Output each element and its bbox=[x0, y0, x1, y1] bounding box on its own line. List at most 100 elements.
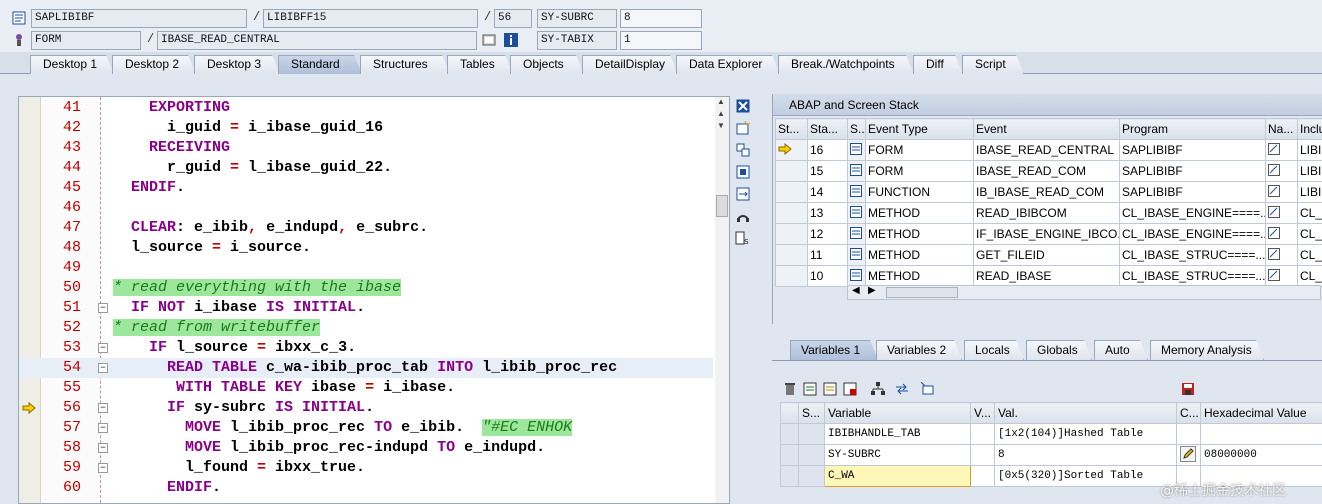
tabix-value[interactable]: 1 bbox=[620, 31, 702, 50]
tab-detaildisplay[interactable]: DetailDisplay bbox=[582, 55, 678, 74]
code-line[interactable]: 51 − IF NOT i_ibase IS INITIAL. bbox=[19, 298, 713, 318]
subrc-value[interactable]: 8 bbox=[620, 9, 702, 28]
code-line[interactable]: 54 − READ TABLE c_wa-ibib_proc_tab INTO l… bbox=[19, 358, 713, 378]
delete-icon[interactable] bbox=[782, 382, 798, 398]
editor-scrollbar[interactable]: ▲ ▲ ▼ bbox=[715, 97, 729, 503]
code-line[interactable]: 55 WITH TABLE KEY ibase = i_ibase. bbox=[19, 378, 713, 398]
scroll-thumb[interactable] bbox=[886, 287, 958, 298]
fold-toggle-icon[interactable]: − bbox=[98, 303, 108, 313]
navigate-icon[interactable] bbox=[1265, 223, 1298, 245]
navigate-icon[interactable] bbox=[1265, 265, 1298, 287]
tab-desktop-2[interactable]: Desktop 2 bbox=[112, 55, 196, 74]
navigate-icon[interactable] bbox=[1265, 202, 1298, 224]
variable-name-input[interactable]: IBIBHANDLE_TAB bbox=[824, 423, 971, 445]
tab-standard[interactable]: Standard bbox=[278, 55, 362, 74]
maximize-icon[interactable] bbox=[735, 164, 751, 180]
tab-locals[interactable]: Locals bbox=[964, 340, 1024, 360]
scroll-thumb[interactable] bbox=[716, 195, 728, 217]
save-icon[interactable] bbox=[1180, 382, 1196, 398]
load-icon[interactable] bbox=[802, 382, 818, 398]
variable-row[interactable]: IBIBHANDLE_TAB [1x2(104)]Hashed Table bbox=[780, 423, 1322, 445]
stack-row[interactable]: 10 METHOD READ_IBASE CL_IBASE_STRUC====... C… bbox=[775, 265, 1322, 287]
stack-column-header[interactable]: Sta... bbox=[807, 118, 848, 140]
code-line[interactable]: 58 − MOVE l_ibib_proc_rec-indupd TO e_ind… bbox=[19, 438, 713, 458]
code-line[interactable]: 49 bbox=[19, 258, 713, 278]
tab-objects[interactable]: Objects bbox=[510, 55, 584, 74]
fold-toggle-icon[interactable]: − bbox=[98, 403, 108, 413]
info-icon[interactable] bbox=[504, 33, 518, 47]
stack-column-header[interactable]: St... bbox=[775, 118, 808, 140]
tab-desktop-1[interactable]: Desktop 1 bbox=[30, 55, 114, 74]
stack-column-header[interactable]: Inclu bbox=[1297, 118, 1322, 140]
code-line[interactable]: 42 i_guid = i_ibase_guid_16 bbox=[19, 118, 713, 138]
navigate-icon[interactable] bbox=[1265, 244, 1298, 266]
fold-toggle-icon[interactable]: − bbox=[98, 463, 108, 473]
code-line[interactable]: 57 − MOVE l_ibib_proc_rec TO e_ibib. "#EC… bbox=[19, 418, 713, 438]
tab-breakpoints[interactable]: Break./Watchpoints bbox=[778, 55, 914, 74]
stack-column-header[interactable]: S... bbox=[847, 118, 866, 140]
navigate-icon[interactable] bbox=[1265, 181, 1298, 203]
tab-variables-2[interactable]: Variables 2 bbox=[876, 340, 962, 360]
source-code-editor[interactable]: 41 EXPORTING 42 i_guid = i_ibase_guid_16 4… bbox=[18, 96, 730, 504]
change-value-cell[interactable] bbox=[1176, 423, 1201, 445]
close-icon[interactable] bbox=[735, 98, 751, 114]
services-icon[interactable] bbox=[735, 208, 751, 224]
tab-memory-analysis[interactable]: Memory Analysis bbox=[1150, 340, 1264, 360]
event-type-field[interactable]: FORM bbox=[31, 31, 141, 50]
hierarchy-icon[interactable] bbox=[870, 382, 886, 398]
scroll-up-arrow[interactable]: ▲ bbox=[717, 97, 725, 106]
variable-value[interactable]: 8 bbox=[994, 444, 1177, 466]
stack-row[interactable]: 11 METHOD GET_FILEID CL_IBASE_STRUC====... C… bbox=[775, 244, 1322, 266]
variable-column-header[interactable]: S... bbox=[798, 402, 825, 424]
tab-globals[interactable]: Globals bbox=[1026, 340, 1092, 360]
stack-hscrollbar[interactable]: ◀ ▶ bbox=[847, 285, 1321, 300]
tab-variables-1[interactable]: Variables 1 bbox=[790, 340, 878, 360]
tab-data-explorer[interactable]: Data Explorer bbox=[676, 55, 780, 74]
tab-desktop-3[interactable]: Desktop 3 bbox=[194, 55, 280, 74]
row-selector[interactable] bbox=[780, 465, 799, 487]
variable-column-header[interactable]: V... bbox=[970, 402, 995, 424]
source-settings-icon[interactable]: s bbox=[735, 230, 751, 246]
stack-column-header[interactable]: Event bbox=[973, 118, 1120, 140]
save-list-icon[interactable] bbox=[822, 382, 838, 398]
fold-toggle-icon[interactable]: − bbox=[98, 363, 108, 373]
code-line[interactable]: 44 r_guid = l_ibase_guid_22. bbox=[19, 158, 713, 178]
stack-column-header[interactable]: Program bbox=[1119, 118, 1266, 140]
stack-column-header[interactable]: Na... bbox=[1265, 118, 1298, 140]
code-line[interactable]: 47 CLEAR: e_ibib, e_indupd, e_subrc. bbox=[19, 218, 713, 238]
tab-diff[interactable]: Diff bbox=[913, 55, 963, 74]
tab-tables[interactable]: Tables bbox=[447, 55, 513, 74]
swap-tool-icon[interactable] bbox=[735, 142, 751, 158]
code-line[interactable]: 46 bbox=[19, 198, 713, 218]
variable-column-header[interactable]: Variable bbox=[824, 402, 971, 424]
new-tool-icon[interactable] bbox=[735, 120, 751, 136]
export-icon[interactable] bbox=[842, 382, 858, 398]
scroll-down-arrow[interactable]: ▼ bbox=[717, 121, 725, 130]
code-line[interactable]: 50 * read everything with the ibase bbox=[19, 278, 713, 298]
scroll-right-arrow[interactable]: ▶ bbox=[868, 285, 876, 296]
stack-column-header[interactable]: Event Type bbox=[865, 118, 974, 140]
stack-row[interactable]: 14 FUNCTION IB_IBASE_READ_COM SAPLIBIBF LIBI bbox=[775, 181, 1322, 203]
stack-row[interactable]: 12 METHOD IF_IBASE_ENGINE_IBCO... CL_IBASE_… bbox=[775, 223, 1322, 245]
tab-script[interactable]: Script bbox=[962, 55, 1024, 74]
tab-structures[interactable]: Structures bbox=[360, 55, 450, 74]
variable-row[interactable]: SY-SUBRC 8 08000000 bbox=[780, 444, 1322, 466]
line-field[interactable]: 56 bbox=[494, 9, 532, 28]
code-line[interactable]: 60 ENDIF. bbox=[19, 478, 713, 498]
code-line[interactable]: 45 ENDIF. bbox=[19, 178, 713, 198]
transfer-icon[interactable] bbox=[894, 382, 910, 398]
scroll-left-arrow[interactable]: ◀ bbox=[852, 285, 860, 296]
tab-auto[interactable]: Auto bbox=[1094, 340, 1148, 360]
fold-toggle-icon[interactable]: − bbox=[98, 423, 108, 433]
row-selector[interactable] bbox=[780, 444, 799, 466]
resize-icon[interactable] bbox=[735, 186, 751, 202]
navigate-icon[interactable] bbox=[1265, 160, 1298, 182]
variable-name-input[interactable]: SY-SUBRC bbox=[824, 444, 971, 466]
fold-toggle-icon[interactable]: − bbox=[98, 343, 108, 353]
code-line[interactable]: 52 * read from writebuffer bbox=[19, 318, 713, 338]
variable-name-input[interactable]: C_WA bbox=[824, 465, 971, 487]
variable-column-header[interactable]: Hexadecimal Value bbox=[1200, 402, 1322, 424]
variable-column-header[interactable]: C... bbox=[1176, 402, 1201, 424]
stack-row[interactable]: 13 METHOD READ_IBIBCOM CL_IBASE_ENGINE====.… bbox=[775, 202, 1322, 224]
variable-column-header[interactable]: Val. bbox=[994, 402, 1177, 424]
